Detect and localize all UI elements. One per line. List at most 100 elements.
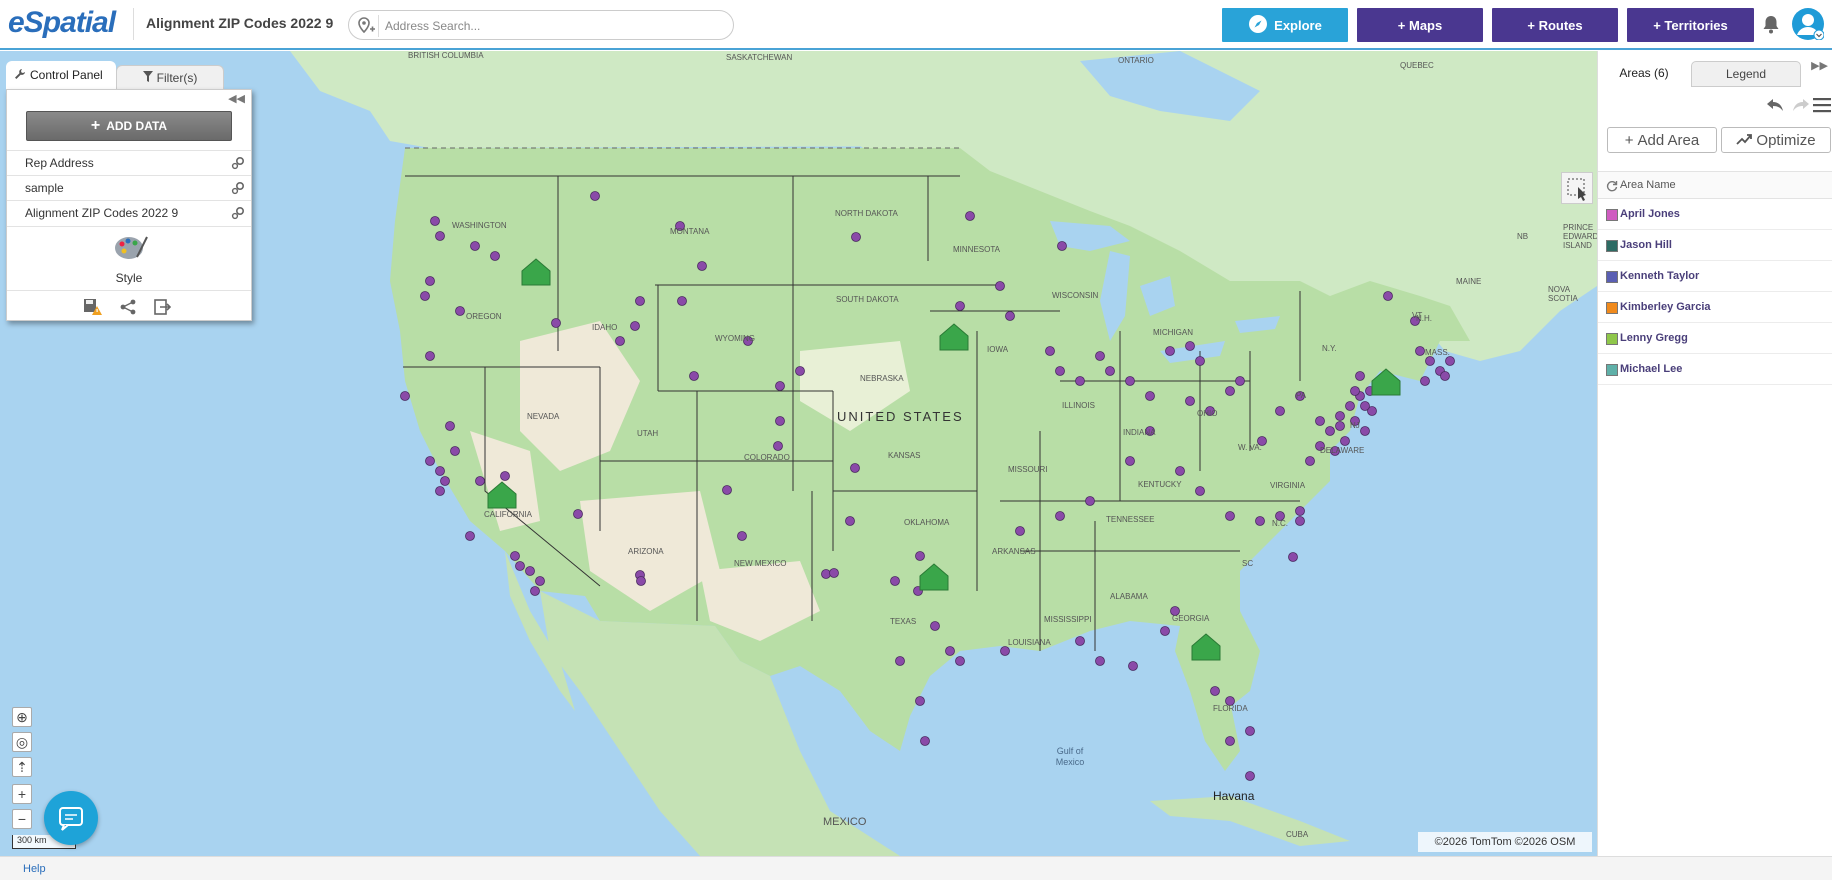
add-maps-button[interactable]: + Maps xyxy=(1357,8,1483,42)
locate-button[interactable]: ◎ xyxy=(12,732,32,752)
areas-toolbar xyxy=(1598,91,1832,121)
map-label-kansas: KANSAS xyxy=(888,451,921,460)
expand-panel-icon[interactable]: ▶▶ xyxy=(1811,59,1828,72)
area-name: Kimberley Garcia xyxy=(1620,301,1711,313)
area-name: Kenneth Taylor xyxy=(1620,270,1700,282)
map-label-havana: Havana xyxy=(1213,789,1255,803)
map-label-pei: PRINCE EDWARD ISLAND xyxy=(1563,223,1597,250)
menu-icon[interactable] xyxy=(1813,97,1831,118)
layer-row-rep-address[interactable]: Rep Address xyxy=(7,150,251,174)
area-row-kimberley-garcia[interactable]: Kimberley Garcia xyxy=(1598,292,1832,323)
add-area-button[interactable]: + Add Area xyxy=(1607,127,1717,153)
area-name-column-header[interactable]: Area Name xyxy=(1598,171,1832,199)
selection-tool-button[interactable] xyxy=(1561,172,1593,204)
header-divider xyxy=(133,8,134,40)
tab-control-panel[interactable]: Control Panel xyxy=(6,61,116,89)
map-label-cuba: CUBA xyxy=(1286,830,1309,839)
layer-settings-icon[interactable] xyxy=(231,156,245,170)
map-label-nc: N.C. xyxy=(1272,519,1288,528)
map-label-mexico: MEXICO xyxy=(823,816,867,828)
refresh-icon[interactable] xyxy=(1606,180,1618,192)
explore-label: Explore xyxy=(1274,17,1322,33)
add-data-button[interactable]: + ADD DATA xyxy=(26,111,232,141)
optimize-button[interactable]: Optimize xyxy=(1721,127,1831,153)
collapse-panel-icon[interactable]: ◀◀ xyxy=(228,92,245,105)
map-label-colorado: COLORADO xyxy=(744,453,790,462)
layer-row-alignment[interactable]: Alignment ZIP Codes 2022 9 xyxy=(7,200,251,224)
style-button[interactable]: Style xyxy=(7,226,251,290)
map-label-georgia: GEORGIA xyxy=(1172,614,1210,623)
map-label-ny: N.Y. xyxy=(1322,344,1337,353)
address-search-input[interactable] xyxy=(385,16,715,36)
explore-button[interactable]: Explore xyxy=(1222,8,1348,42)
map-label-bc: BRITISH COLUMBIA xyxy=(408,51,484,60)
map-label-new-mexico: NEW MEXICO xyxy=(734,559,787,568)
layer-row-sample[interactable]: sample xyxy=(7,175,251,199)
map-label-alabama: ALABAMA xyxy=(1110,592,1148,601)
location-search-icon[interactable] xyxy=(355,15,379,37)
zoom-area-button[interactable]: ⊕ xyxy=(12,707,32,727)
undo-icon[interactable] xyxy=(1766,97,1784,118)
help-link[interactable]: Help xyxy=(23,863,46,875)
app-logo[interactable]: eSpatial xyxy=(8,6,116,40)
zoom-out-button[interactable]: − xyxy=(12,809,32,829)
add-territories-button[interactable]: + Territories xyxy=(1627,8,1754,42)
plus-icon: + xyxy=(1624,131,1634,149)
footer-bar: Help xyxy=(0,856,1832,880)
map-attribution: ©2026 TomTom ©2026 OSM xyxy=(1418,832,1592,852)
zoom-in-button[interactable]: + xyxy=(12,784,32,804)
map-label-oklahoma: OKLAHOMA xyxy=(904,518,950,527)
tab-legend[interactable]: Legend xyxy=(1691,61,1801,87)
tab-areas[interactable]: Areas (6) xyxy=(1602,59,1686,87)
area-row-kenneth-taylor[interactable]: Kenneth Taylor xyxy=(1598,261,1832,292)
map-label-nb: NB xyxy=(1517,232,1529,241)
areas-panel: Areas (6) Legend ▶▶ + Add Area Optimize … xyxy=(1597,51,1832,856)
lasso-select-icon xyxy=(1567,178,1586,201)
area-row-michael-lee[interactable]: Michael Lee xyxy=(1598,354,1832,385)
map-label-sask: SASKATCHEWAN xyxy=(726,53,793,62)
area-row-lenny-gregg[interactable]: Lenny Gregg xyxy=(1598,323,1832,354)
add-routes-button[interactable]: + Routes xyxy=(1492,8,1618,42)
add-data-label: ADD DATA xyxy=(106,119,168,133)
map-label-idaho: IDAHO xyxy=(592,323,618,332)
map-label-nebraska: NEBRASKA xyxy=(860,374,904,383)
trend-up-icon xyxy=(1736,132,1753,149)
compass-icon xyxy=(1248,14,1268,37)
tab-filters-label: Filter(s) xyxy=(156,70,198,85)
map-label-montana: MONTANA xyxy=(670,227,710,236)
map-label-ohio: OHIO xyxy=(1197,409,1218,418)
plus-icon: + xyxy=(90,117,101,134)
bell-icon[interactable] xyxy=(1762,14,1780,34)
area-color-swatch xyxy=(1606,240,1618,252)
layer-settings-icon[interactable] xyxy=(231,206,245,220)
map-label-illinois: ILLINOIS xyxy=(1062,401,1095,410)
area-name: Lenny Gregg xyxy=(1620,332,1688,344)
layer-label: Alignment ZIP Codes 2022 9 xyxy=(25,205,179,220)
chat-button[interactable] xyxy=(44,791,98,845)
area-row-april-jones[interactable]: April Jones xyxy=(1598,199,1832,230)
share-icon[interactable] xyxy=(119,298,137,316)
map-label-arizona: ARIZONA xyxy=(628,547,664,556)
wrench-icon xyxy=(14,68,26,83)
map-label-mississippi: MISSISSIPPI xyxy=(1044,615,1092,624)
save-warning-icon[interactable] xyxy=(83,298,102,316)
export-icon[interactable] xyxy=(153,298,172,316)
map-label-wyoming: WYOMING xyxy=(715,334,755,343)
map-label-nevada: NEVADA xyxy=(527,412,560,421)
map-label-missouri: MISSOURI xyxy=(1008,465,1048,474)
tab-filters[interactable]: Filter(s) xyxy=(116,65,224,89)
layer-label: sample xyxy=(25,180,64,195)
map-label-united-states: UNITED STATES xyxy=(837,409,964,424)
user-avatar[interactable] xyxy=(1792,8,1825,41)
redo-icon[interactable] xyxy=(1792,97,1810,118)
zoom-area-icon: ⊕ xyxy=(16,708,28,725)
control-panel-footer xyxy=(7,290,251,320)
compass-button[interactable]: ⇡ xyxy=(12,757,32,777)
filter-icon xyxy=(142,70,153,85)
map-label-kentucky: KENTUCKY xyxy=(1138,480,1182,489)
map-label-minnesota: MINNESOTA xyxy=(953,245,1000,254)
layer-settings-icon[interactable] xyxy=(231,181,245,195)
map-label-utah: UTAH xyxy=(637,429,659,438)
area-row-jason-hill[interactable]: Jason Hill xyxy=(1598,230,1832,261)
area-color-swatch xyxy=(1606,209,1618,221)
